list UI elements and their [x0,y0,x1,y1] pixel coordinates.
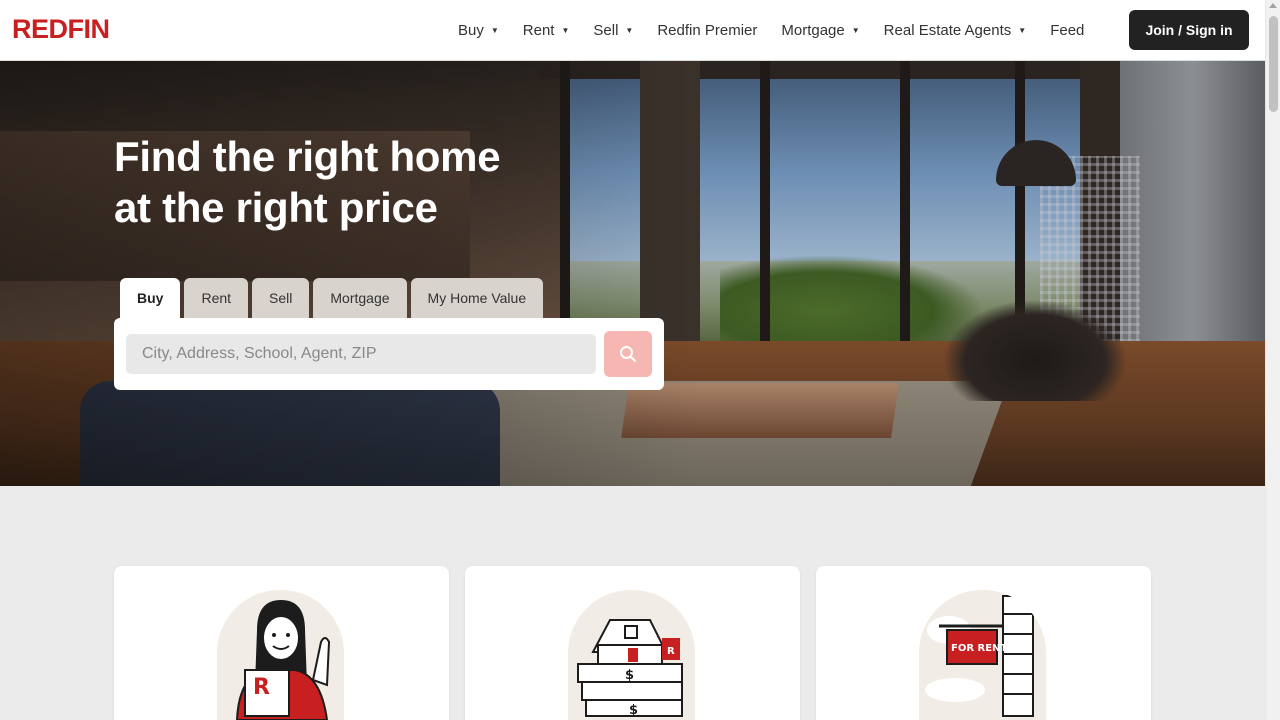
svg-text:$: $ [629,703,638,718]
tab-my-home-value[interactable]: My Home Value [410,278,544,318]
redfin-logo[interactable]: REDFIN [12,14,110,45]
svg-text:R: R [253,675,270,700]
nav-item-redfin-premier[interactable]: Redfin Premier [645,22,769,39]
nav-label: Real Estate Agents [883,21,1012,39]
for-rent-sign-text: FOR RENT [951,643,1007,654]
search-button[interactable] [604,331,652,377]
nav-label: Sell [593,21,619,39]
tab-mortgage[interactable]: Mortgage [313,278,407,318]
caret-down-icon: ▼ [1018,25,1027,35]
tab-buy[interactable]: Buy [120,278,181,318]
caret-down-icon: ▼ [490,25,499,35]
scrollbar-thumb[interactable] [1269,16,1278,112]
feature-card-rent[interactable]: FOR RENT [816,566,1151,720]
hero-title-line: at the right price [114,184,438,231]
hero-photo-frame [760,61,770,361]
hero-section: Find the right home at the right price B… [0,61,1265,486]
nav-label: Buy [458,21,484,39]
search-box [114,318,664,390]
hero-overlay [0,61,700,486]
search-tabs: Buy Rent Sell Mortgage My Home Value [120,278,544,318]
caret-down-icon: ▼ [851,25,860,35]
nav-item-mortgage[interactable]: Mortgage ▼ [769,22,871,39]
search-icon [620,346,636,362]
hero-title-line: Find the right home [114,133,501,180]
feature-card-home-value[interactable]: R $ $ [465,566,800,720]
feature-card-agent[interactable]: R [114,566,449,720]
nav-label: Feed [1050,21,1085,39]
for-rent-sign-illustration: FOR RENT [919,590,1046,720]
nav-label: Mortgage [781,21,845,39]
svg-text:R: R [667,646,675,657]
hero-photo-lounge-chair [945,301,1125,401]
nav-item-sell[interactable]: Sell ▼ [581,22,645,39]
nav-label: Redfin Premier [657,21,758,39]
join-signin-button[interactable]: Join / Sign in [1129,10,1249,50]
agent-waving-illustration: R [217,590,344,720]
nav-label: Rent [522,21,555,39]
page-scrollbar[interactable] [1265,0,1280,720]
svg-text:$: $ [625,668,634,683]
search-input[interactable] [126,334,596,374]
nav-item-buy[interactable]: Buy ▼ [446,22,511,39]
site-header: REDFIN Buy ▼ Rent ▼ Sell ▼ Redfin Premier M… [0,0,1265,61]
hero-title: Find the right home at the right price [114,131,574,233]
caret-down-icon: ▼ [625,25,634,35]
nav-item-rent[interactable]: Rent ▼ [511,22,582,39]
house-on-money-illustration: R $ $ [568,590,695,720]
tab-rent[interactable]: Rent [184,278,249,318]
nav-item-feed[interactable]: Feed [1038,22,1096,39]
hero-photo-frame [900,61,910,361]
scroll-up-arrow-icon[interactable] [1269,3,1277,8]
nav-item-real-estate-agents[interactable]: Real Estate Agents ▼ [872,22,1039,39]
main-nav: Buy ▼ Rent ▼ Sell ▼ Redfin Premier Mortgage… [446,0,1096,60]
caret-down-icon: ▼ [561,25,570,35]
tab-sell[interactable]: Sell [252,278,310,318]
